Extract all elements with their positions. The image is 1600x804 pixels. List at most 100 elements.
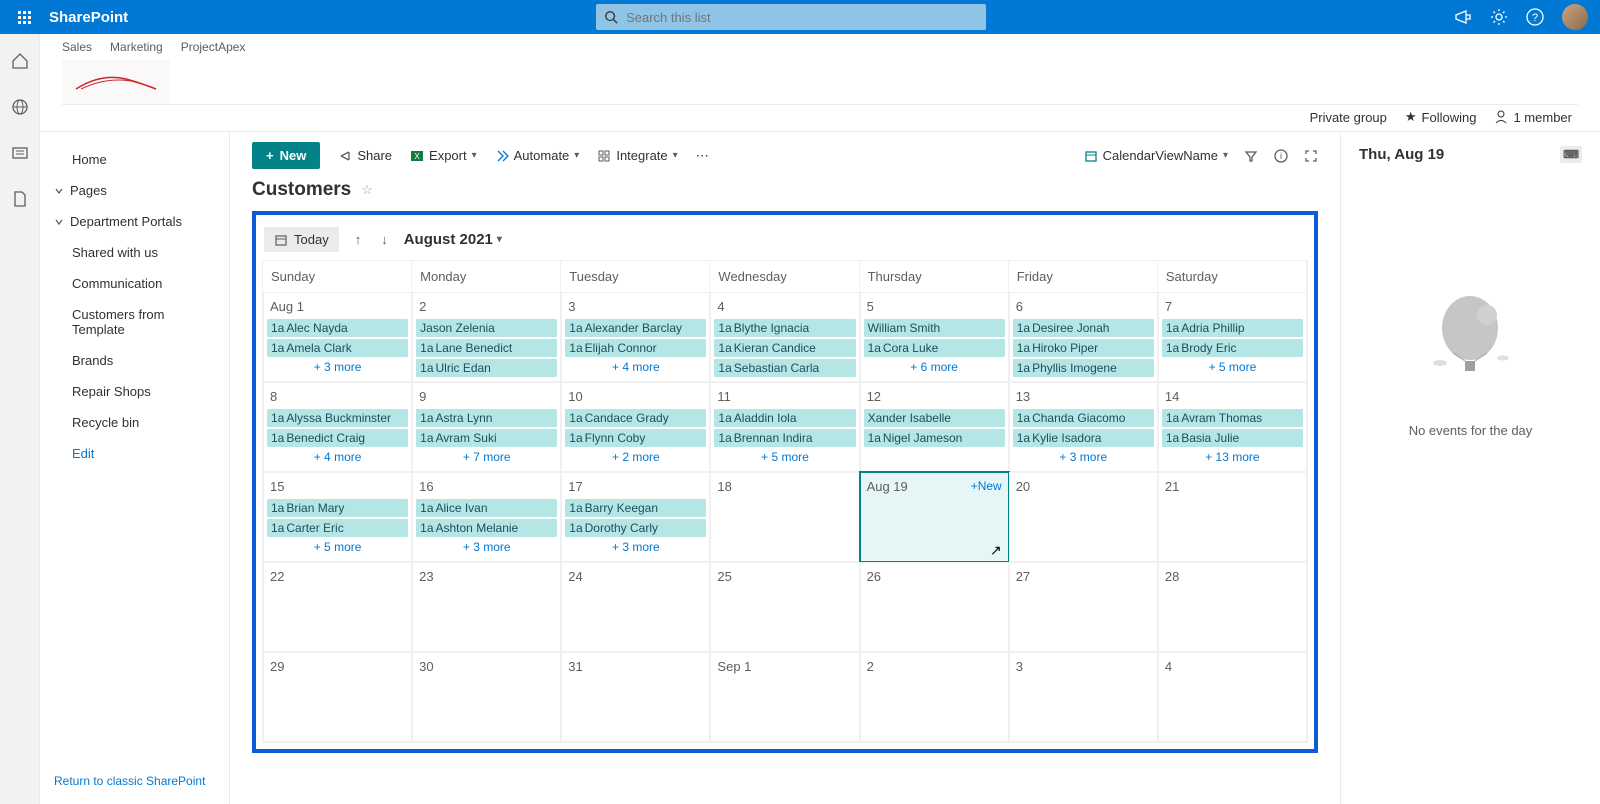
calendar-cell[interactable]: 25	[710, 562, 859, 652]
home-icon[interactable]	[11, 52, 29, 70]
new-event-link[interactable]: +New	[971, 479, 1002, 494]
calendar-cell[interactable]: 61aDesiree Jonah1aHiroko Piper1aPhyllis …	[1009, 292, 1158, 382]
calendar-event[interactable]: 1aHiroko Piper	[1013, 339, 1154, 357]
search-box[interactable]	[596, 4, 986, 30]
favorite-button[interactable]: ☆	[361, 182, 373, 198]
more-events-link[interactable]: + 3 more	[267, 359, 408, 374]
calendar-cell[interactable]: 27	[1009, 562, 1158, 652]
more-events-link[interactable]: + 5 more	[1162, 359, 1303, 374]
calendar-event[interactable]: 1aKylie Isadora	[1013, 429, 1154, 447]
calendar-event[interactable]: 1aDorothy Carly	[565, 519, 706, 537]
globe-icon[interactable]	[11, 98, 29, 116]
filter-button[interactable]	[1244, 149, 1258, 163]
megaphone-icon[interactable]	[1454, 8, 1472, 26]
members-button[interactable]: 1 member	[1494, 109, 1572, 125]
calendar-event[interactable]: 1aAmela Clark	[267, 339, 408, 357]
sidebar-item[interactable]: Pages	[40, 175, 229, 206]
calendar-event[interactable]: 1aBlythe Ignacia	[714, 319, 855, 337]
more-events-link[interactable]: + 13 more	[1162, 449, 1303, 464]
calendar-cell[interactable]: 91aAstra Lynn1aAvram Suki+ 7 more	[412, 382, 561, 472]
app-launcher-button[interactable]	[0, 0, 48, 34]
more-events-link[interactable]: + 3 more	[1013, 449, 1154, 464]
calendar-event[interactable]: 1aNigel Jameson	[864, 429, 1005, 447]
news-icon[interactable]	[11, 144, 29, 162]
calendar-cell[interactable]: 31	[561, 652, 710, 742]
prev-month-button[interactable]: ↑	[351, 228, 366, 251]
following-button[interactable]: ★Following	[1405, 109, 1477, 125]
integrate-button[interactable]: Integrate▾	[597, 148, 677, 163]
calendar-cell[interactable]: 21	[1158, 472, 1307, 562]
calendar-event[interactable]: Xander Isabelle	[864, 409, 1005, 427]
sidebar-item[interactable]: Shared with us	[40, 237, 229, 268]
calendar-cell[interactable]: 161aAlice Ivan1aAshton Melanie+ 3 more	[412, 472, 561, 562]
calendar-event[interactable]: 1aCarter Eric	[267, 519, 408, 537]
info-button[interactable]: i	[1274, 149, 1288, 163]
calendar-event[interactable]: 1aChanda Giacomo	[1013, 409, 1154, 427]
more-events-link[interactable]: + 2 more	[565, 449, 706, 464]
calendar-event[interactable]: 1aAdria Phillip	[1162, 319, 1303, 337]
settings-icon[interactable]	[1490, 8, 1508, 26]
calendar-event[interactable]: 1aBrian Mary	[267, 499, 408, 517]
calendar-cell[interactable]: 2	[860, 652, 1009, 742]
calendar-cell[interactable]: 22	[263, 562, 412, 652]
calendar-cell[interactable]: 151aBrian Mary1aCarter Eric+ 5 more	[263, 472, 412, 562]
calendar-event[interactable]: 1aFlynn Coby	[565, 429, 706, 447]
calendar-event[interactable]: 1aSebastian Carla	[714, 359, 855, 377]
calendar-event[interactable]: 1aAladdin Iola	[714, 409, 855, 427]
share-button[interactable]: Share	[338, 148, 392, 163]
calendar-cell[interactable]: 30	[412, 652, 561, 742]
calendar-cell[interactable]: 141aAvram Thomas1aBasia Julie+ 13 more	[1158, 382, 1307, 472]
calendar-event[interactable]: 1aBrennan Indira	[714, 429, 855, 447]
calendar-event[interactable]: 1aAshton Melanie	[416, 519, 557, 537]
more-events-link[interactable]: + 6 more	[864, 359, 1005, 374]
calendar-event[interactable]: 1aKieran Candice	[714, 339, 855, 357]
sidebar-item[interactable]: Department Portals	[40, 206, 229, 237]
sidebar-item[interactable]: Repair Shops	[40, 376, 229, 407]
next-month-button[interactable]: ↓	[377, 228, 392, 251]
calendar-cell[interactable]: 31aAlexander Barclay1aElijah Connor+ 4 m…	[561, 292, 710, 382]
keyboard-icon[interactable]: ⌨	[1560, 146, 1582, 163]
automate-button[interactable]: Automate▾	[495, 148, 580, 163]
more-events-link[interactable]: + 4 more	[267, 449, 408, 464]
calendar-event[interactable]: 1aPhyllis Imogene	[1013, 359, 1154, 377]
calendar-cell[interactable]: 111aAladdin Iola1aBrennan Indira+ 5 more	[710, 382, 859, 472]
calendar-cell[interactable]: 2Jason Zelenia1aLane Benedict1aUlric Eda…	[412, 292, 561, 382]
breadcrumb-item[interactable]: Marketing	[110, 40, 163, 54]
calendar-cell[interactable]: Aug 11aAlec Nayda1aAmela Clark+ 3 more	[263, 292, 412, 382]
calendar-cell[interactable]: 23	[412, 562, 561, 652]
sidebar-item[interactable]: Brands	[40, 345, 229, 376]
calendar-event[interactable]: 1aAlexander Barclay	[565, 319, 706, 337]
files-icon[interactable]	[11, 190, 29, 208]
calendar-event[interactable]: 1aBrody Eric	[1162, 339, 1303, 357]
more-events-link[interactable]: + 5 more	[267, 539, 408, 554]
calendar-event[interactable]: 1aCandace Grady	[565, 409, 706, 427]
calendar-event[interactable]: 1aBarry Keegan	[565, 499, 706, 517]
breadcrumb-item[interactable]: ProjectApex	[181, 40, 246, 54]
calendar-event[interactable]: 1aUlric Edan	[416, 359, 557, 377]
site-logo[interactable]	[62, 60, 170, 104]
sidebar-item[interactable]: Communication	[40, 268, 229, 299]
calendar-cell[interactable]: 5William Smith1aCora Luke+ 6 more	[860, 292, 1009, 382]
user-avatar[interactable]	[1562, 4, 1588, 30]
help-icon[interactable]: ?	[1526, 8, 1544, 26]
calendar-cell[interactable]: 28	[1158, 562, 1307, 652]
calendar-event[interactable]: 1aAlec Nayda	[267, 319, 408, 337]
view-selector[interactable]: CalendarViewName▾	[1084, 148, 1228, 163]
calendar-event[interactable]: William Smith	[864, 319, 1005, 337]
classic-link[interactable]: Return to classic SharePoint	[40, 766, 229, 796]
more-events-link[interactable]: + 3 more	[565, 539, 706, 554]
calendar-event[interactable]: 1aAvram Thomas	[1162, 409, 1303, 427]
sidebar-item[interactable]: Home	[40, 144, 229, 175]
calendar-event[interactable]: 1aAlyssa Buckminster	[267, 409, 408, 427]
search-input[interactable]	[626, 10, 978, 25]
more-events-link[interactable]: + 3 more	[416, 539, 557, 554]
calendar-cell[interactable]: 171aBarry Keegan1aDorothy Carly+ 3 more	[561, 472, 710, 562]
calendar-cell[interactable]: 101aCandace Grady1aFlynn Coby+ 2 more	[561, 382, 710, 472]
calendar-event[interactable]: Jason Zelenia	[416, 319, 557, 337]
calendar-cell[interactable]: 26	[860, 562, 1009, 652]
calendar-cell[interactable]: Aug 19+New↖	[860, 472, 1009, 562]
more-events-link[interactable]: + 7 more	[416, 449, 557, 464]
more-button[interactable]: ⋯	[696, 148, 709, 164]
calendar-event[interactable]: 1aAvram Suki	[416, 429, 557, 447]
today-button[interactable]: Today	[264, 227, 339, 252]
